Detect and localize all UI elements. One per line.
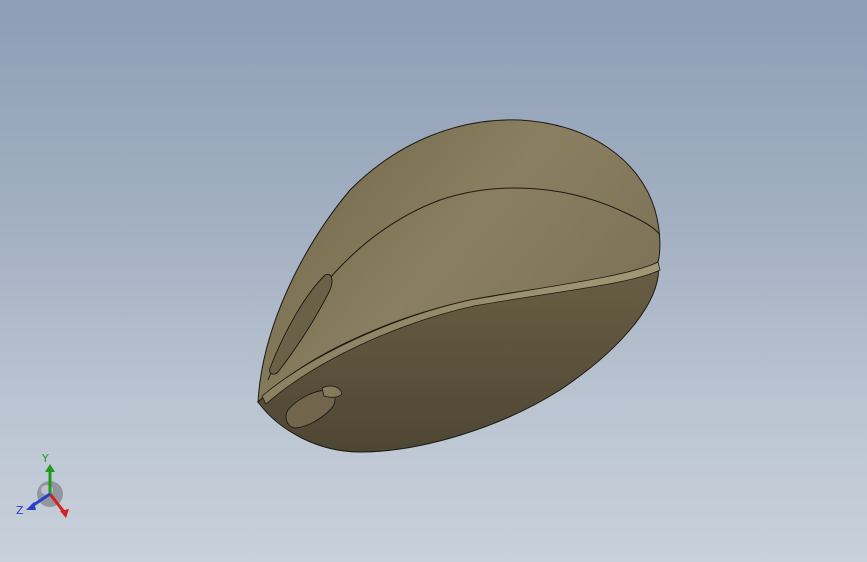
- y-axis-label: Y: [41, 452, 49, 465]
- orientation-triad[interactable]: Y Z: [14, 448, 78, 524]
- mouse-3d-model[interactable]: [0, 0, 867, 562]
- graphics-viewport[interactable]: Y Z: [0, 0, 867, 562]
- y-axis-arrow: [45, 464, 55, 472]
- z-axis-label: Z: [16, 504, 24, 517]
